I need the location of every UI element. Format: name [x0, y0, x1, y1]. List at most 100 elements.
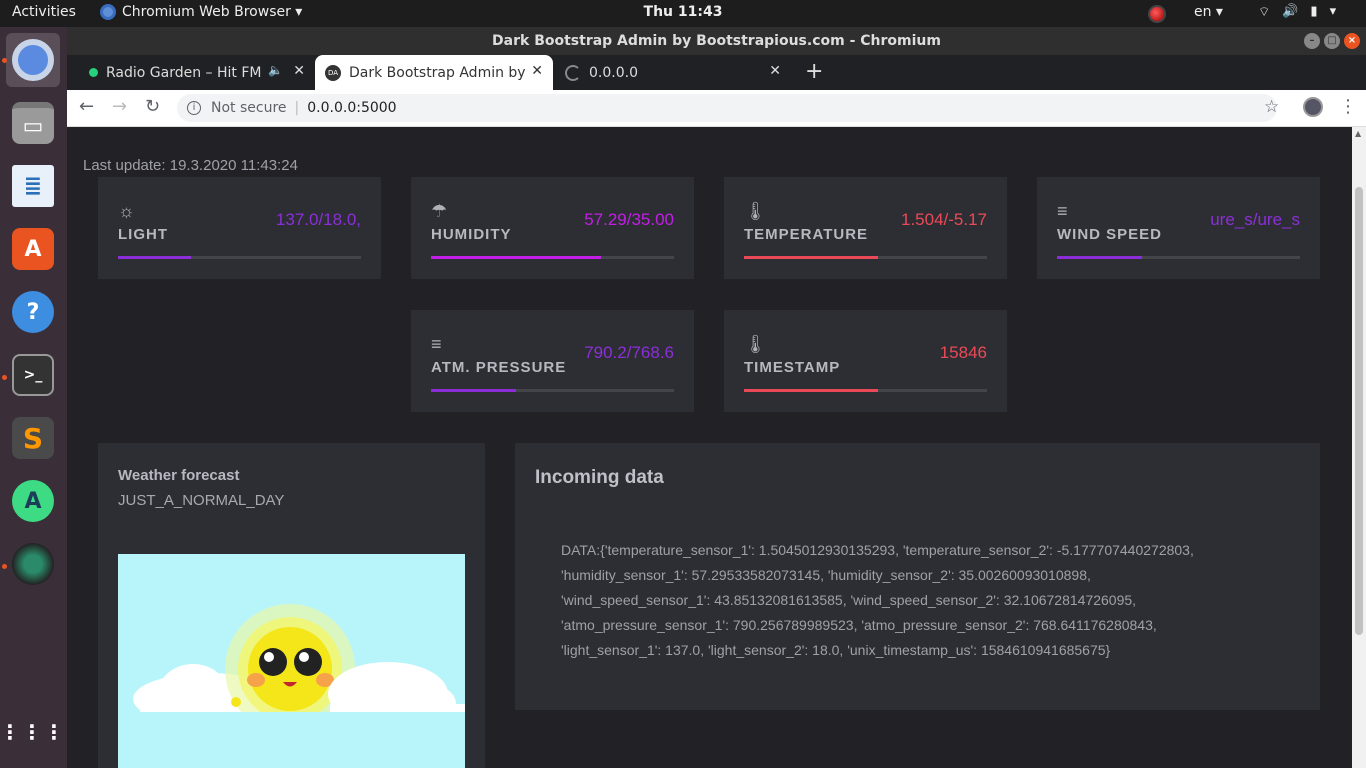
- volume-icon: 🔊: [1282, 4, 1299, 19]
- dock-software[interactable]: A: [6, 222, 60, 276]
- android-studio-icon: A: [12, 480, 54, 522]
- card-name: ATM. PRESSURE: [431, 359, 567, 376]
- scroll-up-arrow-icon[interactable]: ▲: [1355, 129, 1361, 138]
- divider: |: [294, 100, 300, 116]
- close-window-button[interactable]: ×: [1344, 33, 1360, 49]
- progress-fill: [431, 256, 602, 259]
- data-line: 'light_sensor_1': 137.0, 'light_sensor_2…: [561, 642, 1111, 658]
- app-menu[interactable]: Chromium Web Browser ▾: [100, 4, 302, 20]
- running-indicator: [2, 375, 7, 380]
- window-title: Dark Bootstrap Admin by Bootstrapious.co…: [492, 33, 941, 49]
- progress-track: [744, 389, 987, 392]
- running-indicator: [2, 564, 7, 569]
- window-titlebar: Dark Bootstrap Admin by Bootstrapious.co…: [67, 27, 1366, 55]
- progress-track: [744, 256, 987, 259]
- running-indicator: [2, 58, 7, 63]
- card-value: 790.2/768.6: [584, 343, 674, 362]
- tab-radio-garden[interactable]: Radio Garden – Hit FM 🔈 ✕: [79, 55, 315, 90]
- profile-avatar[interactable]: [1303, 97, 1323, 117]
- chromium-icon: [100, 4, 116, 20]
- tab-dark-admin[interactable]: DA Dark Bootstrap Admin by ✕: [315, 55, 553, 90]
- thermometer-icon: 🌡: [744, 201, 767, 221]
- terminal-icon: >_: [12, 354, 54, 396]
- tab-title: 0.0.0.0: [589, 64, 638, 81]
- new-tab-button[interactable]: +: [805, 59, 823, 84]
- card-value: 15846: [939, 343, 987, 362]
- dock: ▭ ≣ A ? >_ S A ⋮⋮⋮: [0, 27, 67, 768]
- camera-icon: [12, 543, 54, 585]
- last-update-text: Last update: 19.3.2020 11:43:24: [83, 157, 298, 174]
- close-tab-icon[interactable]: ✕: [531, 63, 543, 79]
- scrollbar-thumb[interactable]: [1355, 187, 1363, 635]
- data-line: 'wind_speed_sensor_1': 43.85132081613585…: [561, 592, 1137, 608]
- security-label: Not secure: [211, 100, 287, 116]
- chromium-icon: [12, 39, 54, 81]
- back-button[interactable]: ←: [79, 96, 94, 117]
- progress-fill: [744, 389, 878, 392]
- dock-camera[interactable]: [6, 537, 60, 591]
- dock-help[interactable]: ?: [6, 285, 60, 339]
- incoming-data-title: Incoming data: [535, 467, 664, 488]
- page-content: Last update: 19.3.2020 11:43:24 ☼ LIGHT …: [67, 127, 1352, 768]
- progress-fill: [118, 256, 191, 259]
- clock[interactable]: Thu 11:43: [644, 4, 723, 20]
- progress-track: [431, 256, 674, 259]
- dock-terminal[interactable]: >_: [6, 348, 60, 402]
- app-menu-label: Chromium Web Browser ▾: [122, 4, 303, 20]
- record-indicator-icon[interactable]: [1148, 5, 1166, 23]
- weather-forecast-panel: Weather forecast JUST_A_NORMAL_DAY: [98, 443, 485, 768]
- battery-icon: ▮: [1310, 4, 1318, 19]
- system-tray[interactable]: ⌔ 🔊 ▮ ▾: [1258, 4, 1336, 20]
- language-selector[interactable]: en ▾: [1194, 4, 1223, 20]
- dock-chromium[interactable]: [6, 33, 60, 87]
- card-humidity: ☂ HUMIDITY 57.29/35.00: [411, 177, 694, 279]
- wifi-icon: ⌔: [1258, 5, 1271, 20]
- forecast-value: JUST_A_NORMAL_DAY: [118, 492, 285, 509]
- address-bar[interactable]: i Not secure | 0.0.0.0:5000: [177, 94, 1277, 122]
- dock-android-studio[interactable]: A: [6, 474, 60, 528]
- dock-writer[interactable]: ≣: [6, 159, 60, 213]
- data-line: 'humidity_sensor_1': 57.29533582073145, …: [561, 567, 1091, 583]
- bars-icon: ≡: [431, 334, 442, 354]
- info-icon[interactable]: i: [187, 101, 201, 115]
- menu-kebab-icon[interactable]: ⋮: [1339, 96, 1357, 117]
- progress-track: [118, 256, 361, 259]
- close-tab-icon[interactable]: ✕: [769, 63, 781, 79]
- url-text[interactable]: 0.0.0.0:5000: [307, 100, 396, 116]
- data-line: DATA:{'temperature_sensor_1': 1.50450129…: [561, 542, 1194, 558]
- close-tab-icon[interactable]: ✕: [293, 63, 305, 79]
- dock-sublime[interactable]: S: [6, 411, 60, 465]
- show-applications-button[interactable]: ⋮⋮⋮: [0, 705, 64, 759]
- card-wind-speed: ≡ WIND SPEED ure_s/ure_s: [1037, 177, 1320, 279]
- sun-icon: ☼: [118, 201, 135, 221]
- bookmark-star-icon[interactable]: ☆: [1264, 97, 1279, 117]
- card-temperature: 🌡 TEMPERATURE 1.504/-5.17: [724, 177, 1007, 279]
- activities-button[interactable]: Activities: [12, 4, 76, 20]
- document-icon: ≣: [12, 165, 54, 207]
- bars-icon: ≡: [1057, 201, 1068, 221]
- maximize-button[interactable]: □: [1324, 33, 1340, 49]
- tab-strip: Radio Garden – Hit FM 🔈 ✕ DA Dark Bootst…: [67, 55, 1366, 90]
- page-scrollbar[interactable]: ▲: [1352, 127, 1366, 768]
- progress-fill: [431, 389, 517, 392]
- file-cabinet-icon: ▭: [12, 102, 54, 144]
- forward-button[interactable]: →: [112, 96, 127, 117]
- card-name: LIGHT: [118, 226, 168, 243]
- minimize-button[interactable]: –: [1304, 33, 1320, 49]
- card-value: 57.29/35.00: [584, 210, 674, 229]
- tab-title: Dark Bootstrap Admin by: [349, 64, 526, 81]
- audio-playing-icon[interactable]: 🔈: [268, 63, 283, 77]
- dark-admin-favicon: DA: [325, 64, 341, 81]
- thermometer-icon: 🌡: [744, 334, 767, 354]
- card-name: TEMPERATURE: [744, 226, 869, 243]
- progress-fill: [1057, 256, 1143, 259]
- dock-files[interactable]: ▭: [6, 96, 60, 150]
- tab-localhost[interactable]: 0.0.0.0 ✕: [555, 55, 791, 90]
- live-dot-icon: [89, 68, 98, 77]
- power-menu-icon: ▾: [1329, 4, 1337, 19]
- weather-sun-illustration: [118, 554, 465, 768]
- incoming-data-panel: Incoming data DATA:{'temperature_sensor_…: [515, 443, 1320, 710]
- reload-button[interactable]: ↻: [145, 96, 160, 117]
- card-name: HUMIDITY: [431, 226, 512, 243]
- card-value: 1.504/-5.17: [900, 210, 987, 229]
